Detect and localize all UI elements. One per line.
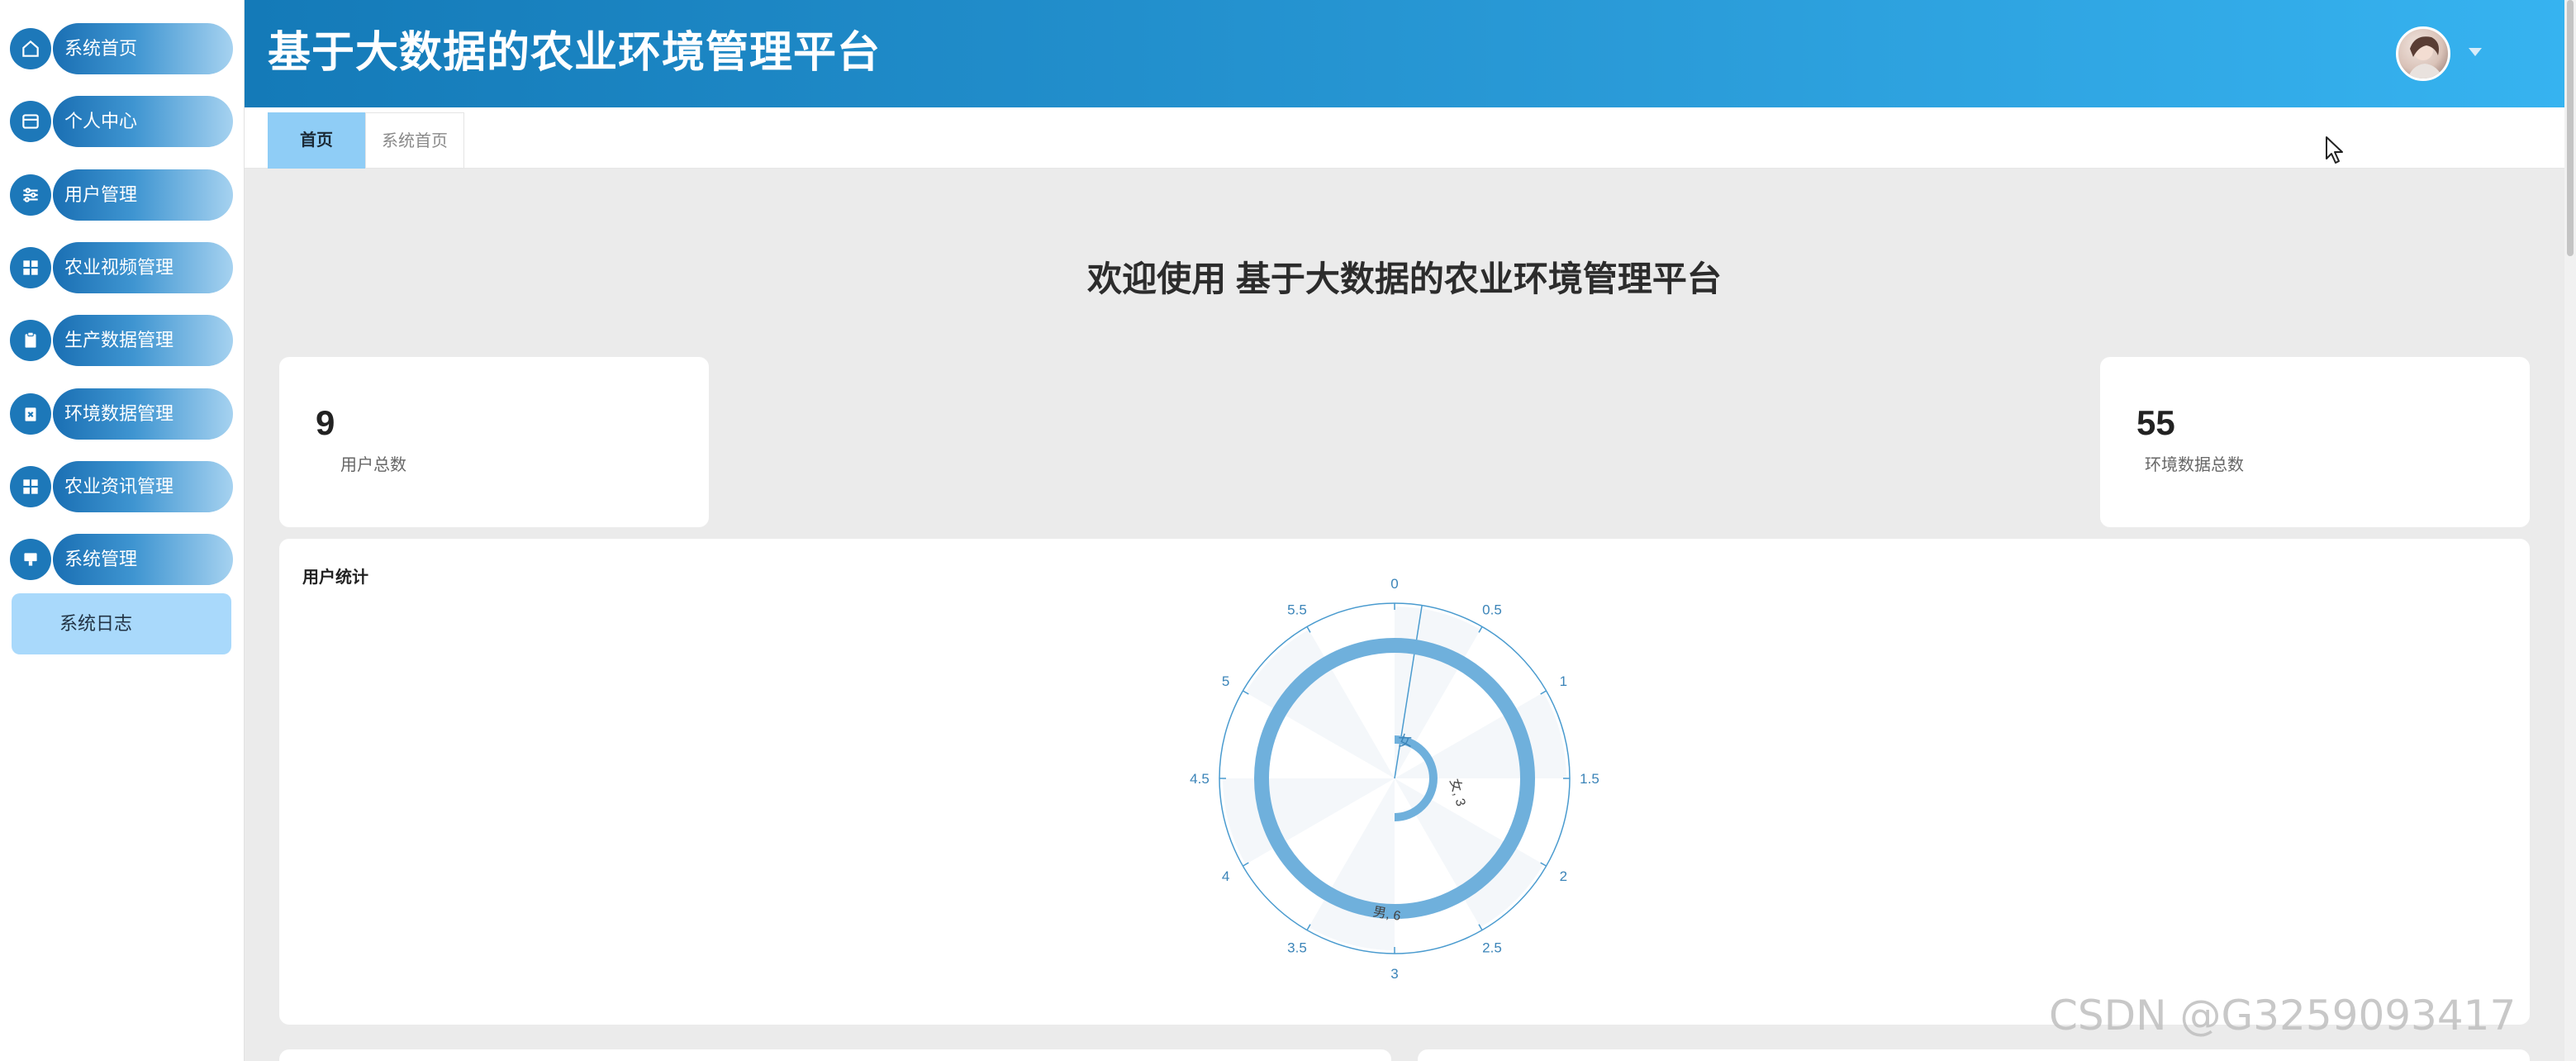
app-title: 基于大数据的农业环境管理平台 <box>268 29 882 77</box>
sidebar-item-system[interactable]: 系统管理 <box>10 534 233 585</box>
stat-value: 9 <box>316 403 335 442</box>
sidebar-item-profile[interactable]: 个人中心 <box>10 96 233 147</box>
grid-icon <box>10 466 51 507</box>
sidebar-item-video[interactable]: 农业视频管理 <box>10 242 233 293</box>
stat-label: 用户总数 <box>340 456 406 474</box>
monitor-icon <box>10 539 51 580</box>
scrollbar-thumb[interactable] <box>2567 0 2574 256</box>
chart-tick-label: 3 <box>1390 966 1398 982</box>
chart-card-user-stats: 用户统计 0 0.5 1 1.5 2 2.5 3 3.5 4 4.5 5 5.5 女女, 3 男, 6 <box>279 539 2530 1025</box>
stat-card-environment-data: 55 环境数据总数 <box>2100 357 2530 527</box>
user-stats-polar-chart: 00.511.522.533.544.555.5女女, 3男, 6 <box>1190 576 1599 982</box>
chart-tick-label: 1 <box>1560 673 1567 689</box>
sidebar-item-label: 农业视频管理 <box>64 257 174 278</box>
chart-data-label: 女, 3 <box>1447 777 1469 808</box>
sidebar-subitem-label: 系统日志 <box>59 613 133 634</box>
stat-value: 55 <box>2136 403 2175 442</box>
id-card-icon <box>10 101 51 142</box>
welcome-heading: 欢迎使用 基于大数据的农业环境管理平台 <box>1087 259 1722 298</box>
tab-home[interactable]: 首页 <box>268 112 365 169</box>
header: 基于大数据的农业环境管理平台 <box>245 0 2564 107</box>
sidebar-item-label: 生产数据管理 <box>64 330 174 350</box>
chart-tick-label: 4.5 <box>1190 771 1210 787</box>
chart-tick-label: 4 <box>1222 868 1229 884</box>
chevron-down-icon[interactable] <box>2469 48 2482 56</box>
sidebar-item-production[interactable]: 生产数据管理 <box>10 315 233 366</box>
chart-tick-label: 2.5 <box>1482 940 1502 955</box>
chart-card-bottom-right <box>1418 1049 2530 1061</box>
chart-tick-label: 2 <box>1560 868 1567 884</box>
stat-label: 环境数据总数 <box>2145 456 2244 474</box>
avatar[interactable] <box>2396 26 2450 81</box>
chart-tick-label: 5 <box>1222 673 1229 689</box>
clipboard-icon <box>10 320 51 361</box>
sidebar-item-label: 系统管理 <box>64 549 138 569</box>
sidebar-item-home[interactable]: 系统首页 <box>10 23 233 74</box>
chart-card-bottom-left <box>279 1049 1391 1061</box>
main-content: 欢迎使用 基于大数据的农业环境管理平台 9 用户总数 55 环境数据总数 用户统… <box>245 169 2564 1061</box>
tab-bar: 首页 系统首页 <box>245 107 2564 169</box>
sidebar-item-news[interactable]: 农业资讯管理 <box>10 461 233 512</box>
sidebar: 系统首页 个人中心 用户管理 农业视频管理 生产数据管理 环境数据管理 农业资讯… <box>0 0 245 1061</box>
sliders-icon <box>10 174 51 216</box>
chart-tick-label: 1.5 <box>1580 771 1599 787</box>
avatar-image <box>2407 36 2443 79</box>
chart-tick-label: 0.5 <box>1482 602 1502 618</box>
chart-title: 用户统计 <box>302 569 368 587</box>
sidebar-item-environment[interactable]: 环境数据管理 <box>10 388 233 440</box>
grid-icon <box>10 247 51 288</box>
sidebar-item-label: 农业资讯管理 <box>64 476 174 497</box>
tab-system-home[interactable]: 系统首页 <box>365 112 464 169</box>
home-icon <box>10 28 51 69</box>
sidebar-item-label: 系统首页 <box>64 38 138 59</box>
clipboard-x-icon <box>10 393 51 435</box>
watermark-text: CSDN @G3259093417 <box>2049 992 2517 1040</box>
chart-category-label: 女 <box>1398 734 1412 749</box>
sidebar-item-users[interactable]: 用户管理 <box>10 169 233 221</box>
stat-card-users: 9 用户总数 <box>279 357 709 527</box>
sidebar-subitem-system-log[interactable]: 系统日志 <box>12 593 231 654</box>
chart-tick-label: 3.5 <box>1287 940 1307 955</box>
page-scrollbar[interactable] <box>2564 0 2576 1061</box>
mouse-cursor-icon <box>2326 136 2343 164</box>
chart-tick-label: 5.5 <box>1287 602 1307 618</box>
sidebar-item-label: 个人中心 <box>64 111 138 131</box>
sidebar-item-label: 环境数据管理 <box>64 403 174 424</box>
sidebar-item-label: 用户管理 <box>64 184 138 205</box>
chart-tick-label: 0 <box>1390 576 1398 592</box>
